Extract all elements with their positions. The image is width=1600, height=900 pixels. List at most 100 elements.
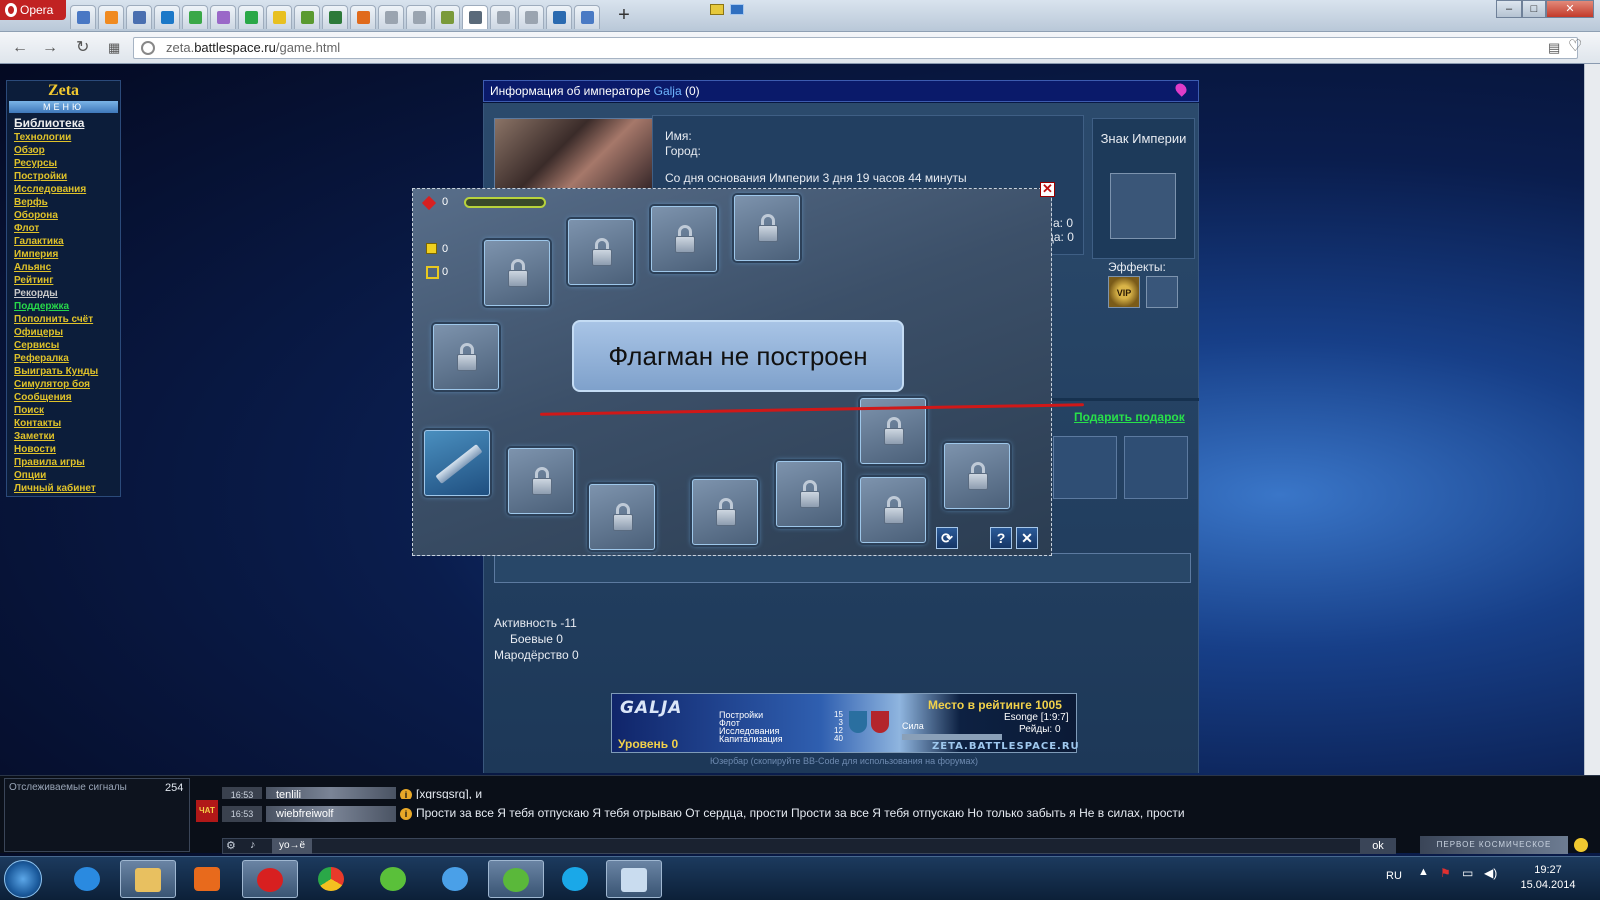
- info-icon[interactable]: i: [400, 789, 412, 799]
- close-window-button[interactable]: ✕: [1546, 0, 1594, 18]
- refresh-button[interactable]: ⟳: [936, 527, 958, 549]
- menu-item[interactable]: Новости: [14, 443, 120, 456]
- site-info-icon[interactable]: [141, 41, 155, 55]
- utorrent-icon[interactable]: [488, 860, 544, 898]
- tray-arrow-icon[interactable]: ▲: [1418, 866, 1429, 878]
- sound-icon[interactable]: ♪: [250, 839, 256, 851]
- tab-6[interactable]: [210, 5, 236, 29]
- emblem-image[interactable]: [1110, 173, 1176, 239]
- module-slot-locked[interactable]: [568, 219, 634, 285]
- menu-item[interactable]: Пополнить счёт: [14, 313, 120, 326]
- forward-icon[interactable]: →: [42, 40, 58, 56]
- tab-5[interactable]: [182, 5, 208, 29]
- menu-item[interactable]: Сервисы: [14, 339, 120, 352]
- icq-icon[interactable]: [366, 860, 422, 898]
- module-slot-locked[interactable]: [651, 206, 717, 272]
- menu-item[interactable]: Офицеры: [14, 326, 120, 339]
- yo-toggle-button[interactable]: yo→ё: [272, 838, 312, 854]
- menu-item[interactable]: Поддержка: [14, 300, 120, 313]
- menu-item[interactable]: Обзор: [14, 144, 120, 157]
- maximize-button[interactable]: □: [1522, 0, 1546, 18]
- gift-link[interactable]: Подарить подарок: [1074, 410, 1185, 424]
- reload-icon[interactable]: ↻: [76, 40, 89, 56]
- bookmarks-icon[interactable]: ▤: [1548, 40, 1560, 56]
- menu-item[interactable]: Верфь: [14, 196, 120, 209]
- tab-17[interactable]: [518, 5, 544, 29]
- chat-nick[interactable]: wiebfreiwolf: [266, 806, 396, 822]
- volume-icon[interactable]: ◀): [1484, 866, 1497, 880]
- attack-icon[interactable]: [730, 4, 744, 15]
- tab-8[interactable]: [266, 5, 292, 29]
- gift-slot-2[interactable]: [1124, 436, 1188, 499]
- modal-x-button[interactable]: ✕: [1016, 527, 1038, 549]
- module-slot-locked[interactable]: [484, 240, 550, 306]
- menu-item[interactable]: Рейтинг: [14, 274, 120, 287]
- tab-3[interactable]: [126, 5, 152, 29]
- speed-dial-icon[interactable]: ▦: [108, 40, 120, 56]
- ie-icon[interactable]: [60, 860, 116, 898]
- tab-18[interactable]: [546, 5, 572, 29]
- keyboard-language[interactable]: RU: [1386, 870, 1402, 882]
- tab-14[interactable]: [434, 5, 460, 29]
- effect-slot[interactable]: [1146, 276, 1178, 308]
- tab-13[interactable]: [406, 5, 432, 29]
- url-input[interactable]: zeta.battlespace.ru/game.html: [133, 37, 1578, 59]
- flag-icon[interactable]: ⚑: [1440, 866, 1451, 880]
- back-icon[interactable]: ←: [12, 40, 28, 56]
- new-tab-button[interactable]: +: [614, 5, 634, 27]
- module-slot-locked[interactable]: [776, 461, 842, 527]
- modal-close-button[interactable]: ✕: [1040, 182, 1055, 197]
- tab-2[interactable]: [98, 5, 124, 29]
- vip-effect-icon[interactable]: VIP: [1108, 276, 1140, 308]
- info-icon[interactable]: i: [400, 808, 412, 820]
- tab-active-game[interactable]: [462, 5, 488, 29]
- chat-send-button[interactable]: ok: [1360, 838, 1396, 854]
- module-slot-locked[interactable]: [692, 479, 758, 545]
- menu-item[interactable]: Контакты: [14, 417, 120, 430]
- menu-item[interactable]: Опции: [14, 469, 120, 482]
- chat-nick[interactable]: tenlili: [266, 787, 396, 799]
- skype-icon[interactable]: [548, 860, 604, 898]
- menu-item[interactable]: Библиотека: [14, 117, 120, 131]
- menu-item[interactable]: Выиграть Кунды: [14, 365, 120, 378]
- weapon-slot[interactable]: [424, 430, 490, 496]
- tab-19[interactable]: [574, 5, 600, 29]
- module-slot-locked[interactable]: [508, 448, 574, 514]
- explorer-icon[interactable]: [120, 860, 176, 898]
- menu-item[interactable]: Технологии: [14, 131, 120, 144]
- tab-12[interactable]: [378, 5, 404, 29]
- page-scrollbar[interactable]: [1584, 64, 1600, 775]
- menu-item[interactable]: Сообщения: [14, 391, 120, 404]
- minimize-button[interactable]: –: [1496, 0, 1522, 18]
- tab-4[interactable]: [154, 5, 180, 29]
- tab-9[interactable]: [294, 5, 320, 29]
- tab-16[interactable]: [490, 5, 516, 29]
- module-slot-locked[interactable]: [433, 324, 499, 390]
- menu-item[interactable]: Личный кабинет: [14, 482, 120, 495]
- media-player-icon[interactable]: [180, 860, 236, 898]
- clock[interactable]: 19:27 15.04.2014: [1518, 863, 1578, 893]
- chat-radio-banner[interactable]: ПЕРВОЕ КОСМИЧЕСКОЕ: [1420, 836, 1568, 854]
- chat-input[interactable]: [222, 838, 1362, 854]
- menu-item[interactable]: Заметки: [14, 430, 120, 443]
- notepad-icon[interactable]: [606, 860, 662, 898]
- heart-icon[interactable]: ♡: [1568, 39, 1582, 55]
- menu-item[interactable]: Галактика: [14, 235, 120, 248]
- menu-item[interactable]: Исследования: [14, 183, 120, 196]
- menu-item[interactable]: Оборона: [14, 209, 120, 222]
- menu-item[interactable]: Альянс: [14, 261, 120, 274]
- module-slot-locked[interactable]: [860, 477, 926, 543]
- gift-slot-1[interactable]: [1053, 436, 1117, 499]
- emperor-name-link[interactable]: Galja: [654, 84, 682, 98]
- menu-item[interactable]: Империя: [14, 248, 120, 261]
- tab-1[interactable]: [70, 5, 96, 29]
- tab-10[interactable]: [322, 5, 348, 29]
- gear-icon[interactable]: ⚙: [226, 839, 236, 852]
- menu-item[interactable]: Поиск: [14, 404, 120, 417]
- menu-item[interactable]: Постройки: [14, 170, 120, 183]
- mail-icon[interactable]: [710, 4, 724, 15]
- smile-icon[interactable]: [1574, 838, 1588, 852]
- menu-item[interactable]: Правила игры: [14, 456, 120, 469]
- userbar-banner[interactable]: GALJA Уровень 0 Место в рейтинге 1005 По…: [611, 693, 1079, 753]
- menu-item[interactable]: Рекорды: [14, 287, 120, 300]
